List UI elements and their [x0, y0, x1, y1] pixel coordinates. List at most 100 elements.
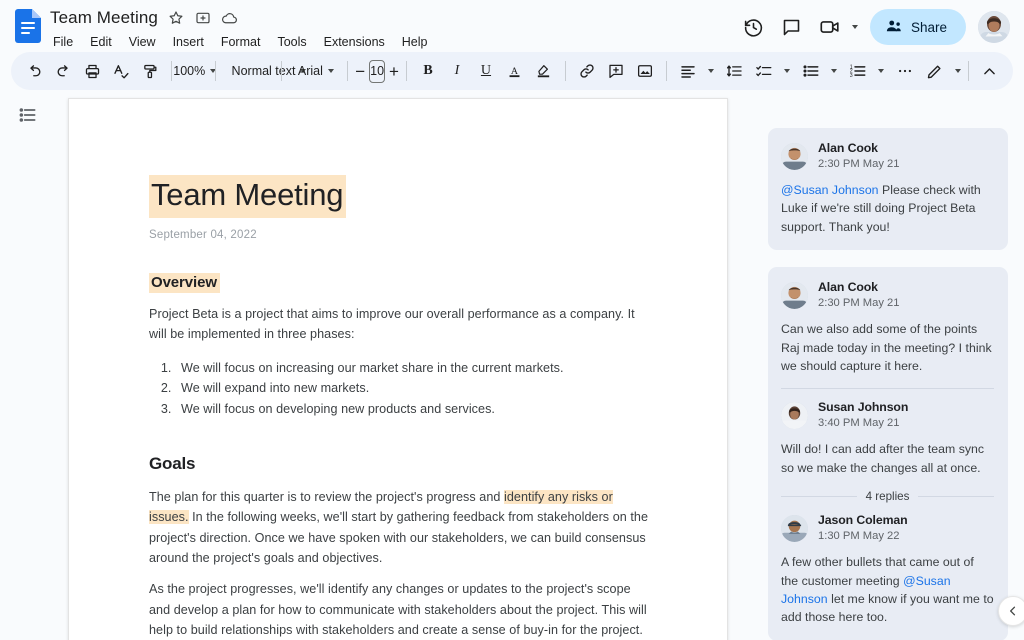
comment-thread-2[interactable]: Alan Cook 2:30 PM May 21 Can we also add… [768, 267, 1008, 640]
chevron-down-icon[interactable] [783, 69, 790, 73]
move-to-folder-icon[interactable] [194, 9, 212, 27]
goals-paragraph-2: As the project progresses, we'll identif… [149, 582, 647, 637]
chevron-down-icon[interactable] [954, 69, 961, 73]
underline-label: U [480, 63, 492, 78]
document-page[interactable]: Team Meeting September 04, 2022 Overview… [68, 98, 728, 640]
avatar[interactable] [978, 11, 1010, 43]
document-date: September 04, 2022 [149, 228, 257, 241]
toolbar-divider [405, 61, 407, 81]
reply-timestamp: 1:30 PM May 22 [818, 530, 900, 543]
menu-view[interactable]: View [127, 32, 158, 52]
print-icon[interactable] [78, 57, 106, 85]
avatar [781, 402, 808, 430]
overview-heading-line: Overview [149, 241, 649, 293]
menu-insert[interactable]: Insert [171, 32, 206, 52]
document-outline-icon[interactable] [11, 98, 45, 132]
comment-body: Can we also add some of the points Raj m… [781, 322, 992, 374]
star-icon[interactable] [167, 9, 185, 27]
user-avatar [978, 11, 1010, 43]
chevron-down-icon[interactable] [851, 25, 858, 29]
more-options-icon[interactable] [891, 57, 919, 85]
google-docs-icon[interactable] [12, 7, 44, 43]
toolbar-divider [967, 61, 969, 81]
comment-author: Alan Cook [818, 141, 878, 155]
share-people-icon [885, 17, 903, 38]
menu-format[interactable]: Format [219, 32, 263, 52]
comment-body: @Susan Johnson Please check with Luke if… [781, 181, 994, 236]
toolbar-divider [665, 61, 667, 81]
document-title-line: Team Meeting [149, 175, 649, 218]
mention-link[interactable]: @Susan Johnson [781, 183, 879, 197]
text-color-button[interactable]: A [501, 57, 529, 85]
highlight-icon[interactable] [530, 57, 558, 85]
reply-body: A few other bullets that came out of the… [781, 553, 994, 627]
insert-image-icon[interactable] [631, 57, 659, 85]
comment-history-icon[interactable] [775, 10, 809, 44]
italic-label: I [454, 63, 460, 78]
menu-file[interactable]: File [51, 32, 75, 52]
phases-list: We will focus on increasing our market s… [175, 358, 649, 419]
italic-button[interactable]: I [443, 57, 471, 85]
font-family-selector[interactable]: Arial [289, 57, 340, 85]
page-content: Team Meeting September 04, 2022 Overview… [69, 99, 727, 640]
font-value: Arial [297, 64, 323, 78]
share-button[interactable]: Share [869, 9, 966, 45]
menu-help[interactable]: Help [400, 32, 430, 52]
decrease-font-size-button[interactable]: − [355, 59, 365, 83]
page-title: Team Meeting [149, 175, 347, 218]
redo-icon[interactable] [49, 57, 77, 85]
comment-author: Alan Cook [818, 280, 878, 295]
reply-author: Susan Johnson [818, 400, 909, 415]
underline-button[interactable]: U [472, 57, 500, 85]
meet-button[interactable] [813, 10, 860, 44]
reply-header-1: Susan Johnson 3:40 PM May 21 [781, 400, 994, 431]
menu-extensions[interactable]: Extensions [322, 32, 387, 52]
spellcheck-icon[interactable] [107, 57, 135, 85]
header-actions: Share [737, 7, 1012, 45]
zoom-selector[interactable]: 100% [173, 57, 217, 85]
menu-tools[interactable]: Tools [275, 32, 308, 52]
heading-goals: Goals [149, 454, 196, 474]
paragraph-style-selector[interactable]: Normal text [223, 57, 307, 85]
cloud-saved-icon[interactable] [221, 9, 239, 27]
comment-header: Alan Cook 2:30 PM May 21 [781, 141, 994, 172]
line-spacing-icon[interactable] [721, 57, 749, 85]
comment-divider [781, 388, 994, 390]
bulleted-list-icon[interactable] [797, 57, 825, 85]
style-value: Normal text [231, 64, 296, 78]
comment-meta: Susan Johnson 3:40 PM May 21 [818, 400, 908, 431]
increase-font-size-button[interactable]: + [389, 59, 399, 83]
list-item: We will focus on increasing our market s… [175, 358, 649, 378]
divider-line-left [781, 496, 857, 498]
video-camera-icon[interactable] [813, 10, 847, 44]
align-left-icon[interactable] [674, 57, 702, 85]
link-icon[interactable] [573, 57, 601, 85]
share-label: Share [910, 19, 947, 35]
menu-edit[interactable]: Edit [88, 32, 114, 52]
bold-button[interactable]: B [414, 57, 442, 85]
pencil-editing-icon[interactable] [921, 57, 949, 85]
comment-thread-1[interactable]: Alan Cook 2:30 PM May 21 @Susan Johnson … [768, 128, 1008, 251]
comment-meta: Alan Cook 2:30 PM May 21 [818, 280, 899, 311]
chevron-down-icon[interactable] [707, 69, 714, 73]
undo-icon[interactable] [20, 57, 48, 85]
comment-meta: Jason Coleman 1:30 PM May 22 [818, 513, 908, 544]
add-comment-icon[interactable] [602, 57, 630, 85]
document-title[interactable]: Team Meeting [50, 7, 158, 29]
chevron-left-icon[interactable] [998, 596, 1024, 626]
replies-count: 4 replies [865, 490, 910, 504]
title-row: Team Meeting [50, 7, 430, 29]
avatar [781, 282, 808, 310]
font-size-input[interactable]: 10 [369, 59, 386, 83]
chevron-down-icon[interactable] [830, 69, 837, 73]
toolbar-divider [347, 61, 349, 81]
numbered-list-icon[interactable]: 123 [844, 57, 872, 85]
replies-separator[interactable]: 4 replies [781, 490, 995, 504]
chevron-down-icon[interactable] [877, 69, 884, 73]
checklist-icon[interactable] [750, 57, 778, 85]
chevron-up-icon[interactable] [976, 57, 1004, 85]
reply-body: Will do! I can add after the team sync s… [781, 442, 985, 475]
version-history-icon[interactable] [737, 10, 771, 44]
document-canvas: Team Meeting September 04, 2022 Overview… [56, 90, 756, 640]
paint-format-icon[interactable] [136, 57, 164, 85]
